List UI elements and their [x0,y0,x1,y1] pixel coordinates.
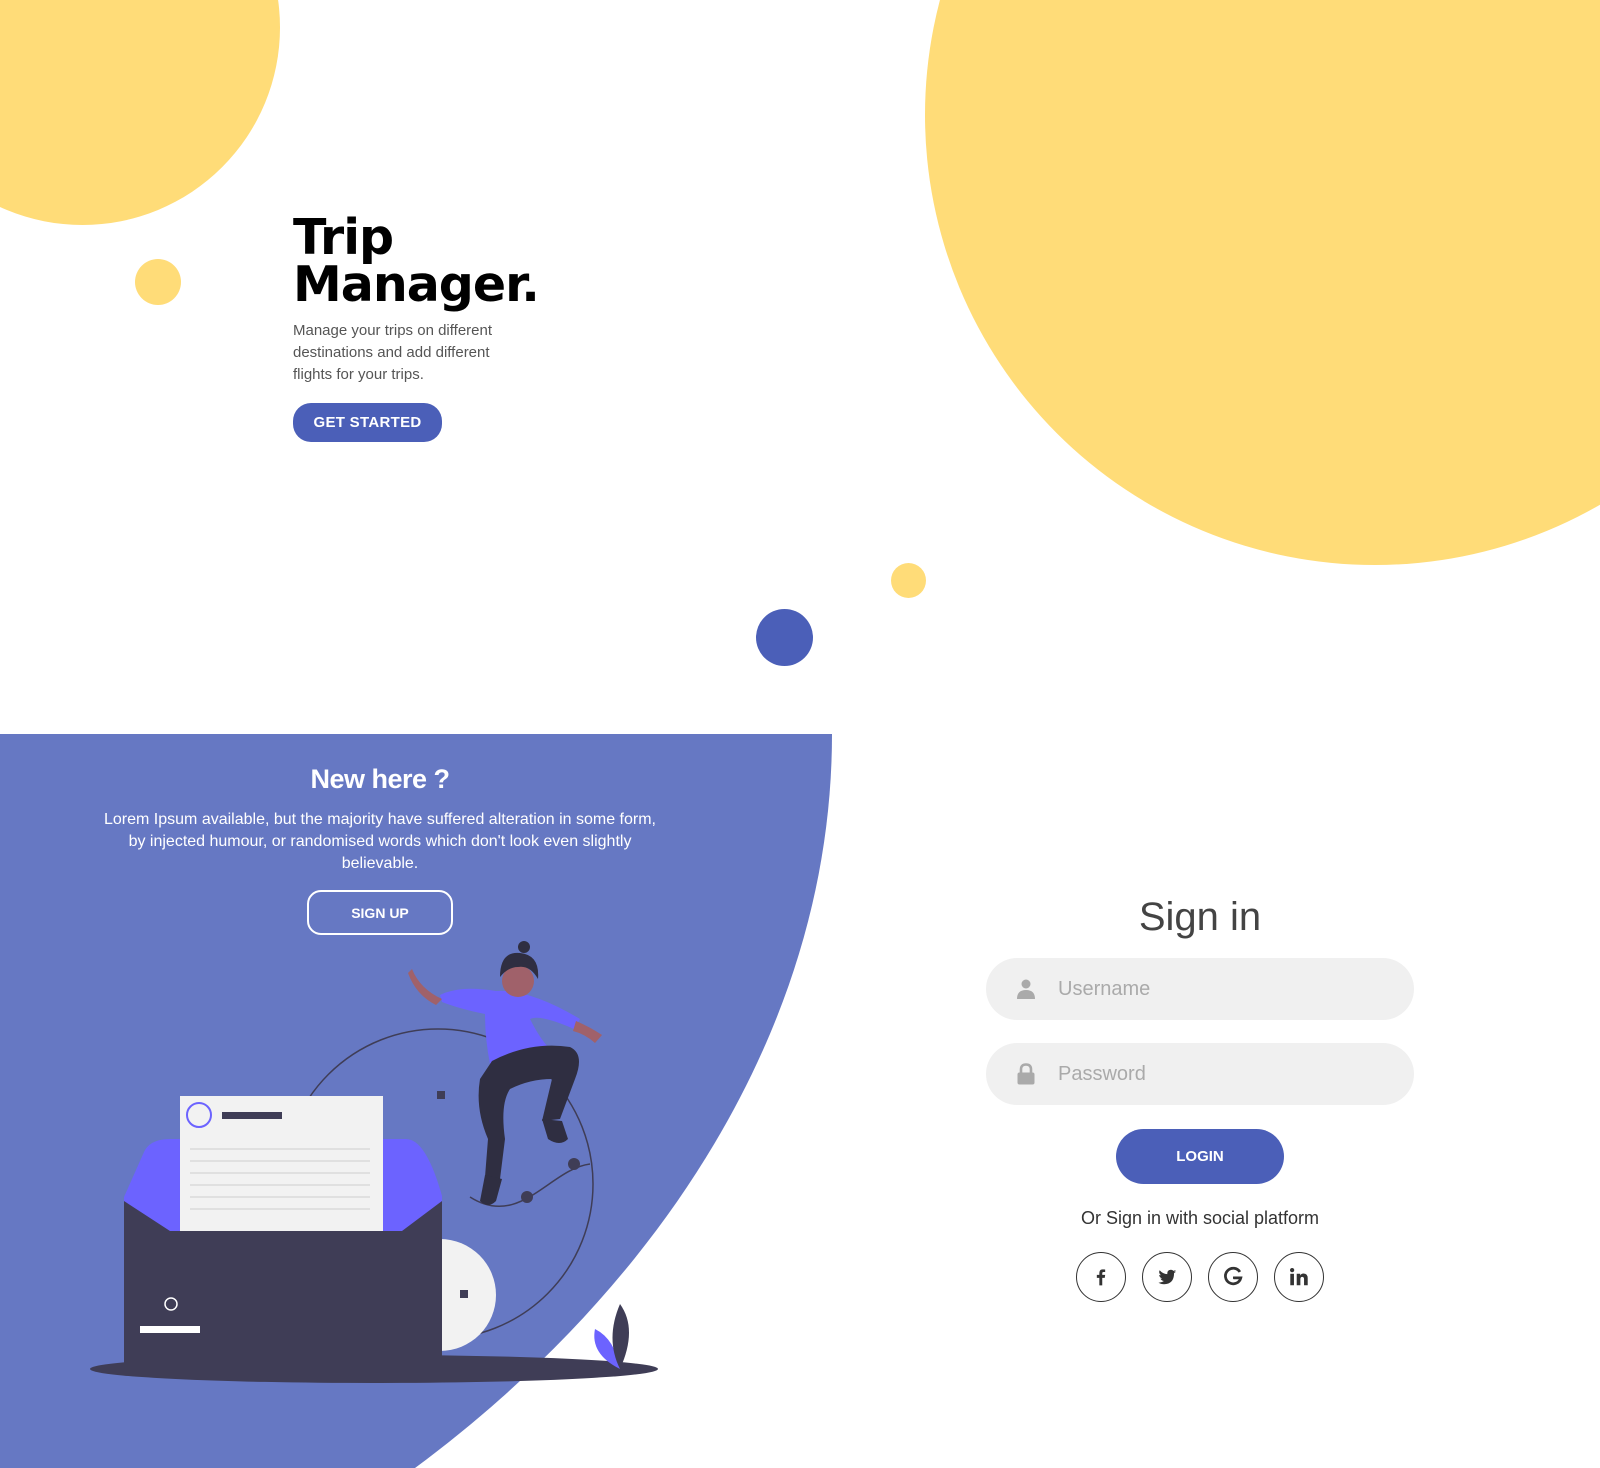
mail-illustration [90,941,658,1383]
google-button[interactable] [1208,1252,1258,1302]
decor-circle-large-left [0,0,280,225]
twitter-button[interactable] [1142,1252,1192,1302]
password-input[interactable] [1058,1043,1388,1105]
hero-section: Trip Manager. Manage your trips on diffe… [293,213,593,442]
facebook-icon [1096,1269,1106,1286]
signup-heading: New here ? [310,764,450,794]
lock-icon [1017,1063,1035,1085]
sign-up-button[interactable]: SIGN UP [307,890,453,935]
get-started-button[interactable]: GET STARTED [293,403,442,442]
login-button[interactable]: LOGIN [1116,1129,1284,1184]
signin-heading: Sign in [1138,895,1262,939]
google-icon [1224,1266,1243,1286]
password-field[interactable] [986,1043,1414,1105]
linkedin-icon [1290,1268,1308,1286]
signup-content: New here ? Lorem Ipsum available, but th… [100,764,660,935]
page: Trip Manager. Manage your trips on diffe… [0,0,1600,1468]
decor-circle-large-right [925,0,1600,565]
username-input[interactable] [1058,958,1388,1020]
user-icon [1017,979,1035,999]
decor-circle-small-left [135,259,181,305]
social-signin-text: Or Sign in with social platform [1080,1208,1320,1228]
linkedin-button[interactable] [1274,1252,1324,1302]
signup-panel: New here ? Lorem Ipsum available, but th… [0,734,832,1468]
hero-title: Trip Manager. [293,213,593,309]
hero-title-line2: Manager. [293,256,540,313]
facebook-button[interactable] [1076,1252,1126,1302]
social-buttons [986,1252,1414,1302]
twitter-icon [1158,1269,1177,1285]
signup-text: Lorem Ipsum available, but the majority … [104,811,656,872]
decor-circle-blue [756,609,813,666]
signin-form: Sign in LOGIN Or Sign in with social pla… [986,890,1414,1302]
hero-description: Manage your trips on different destinati… [293,322,493,383]
decor-circle-small-right [891,563,926,598]
username-field[interactable] [986,958,1414,1020]
